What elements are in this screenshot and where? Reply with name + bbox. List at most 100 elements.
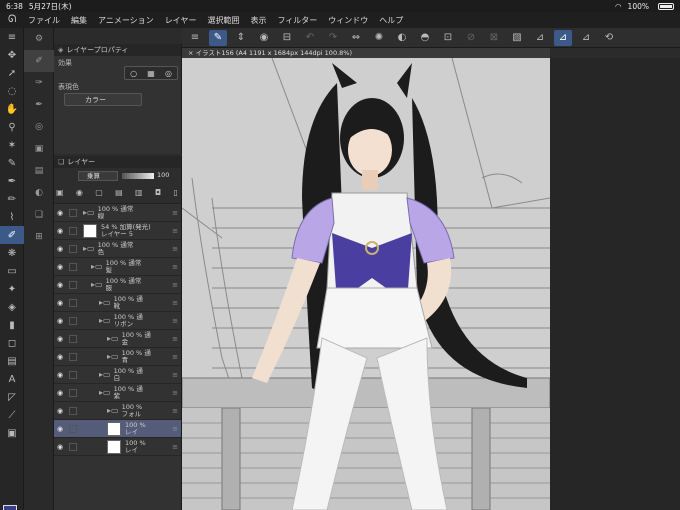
folder-icon[interactable]: ▸▭ [107, 334, 119, 343]
menu-view[interactable]: 表示 [250, 15, 266, 26]
undo-icon[interactable]: ↶ [301, 30, 319, 46]
mask-effect-icon[interactable]: ◎ [165, 69, 172, 78]
layer-menu-icon[interactable]: ≡ [172, 425, 178, 433]
drawing-canvas[interactable] [182, 58, 550, 510]
layer-lock-checkbox[interactable] [69, 226, 77, 235]
layer-lock-checkbox[interactable] [69, 244, 77, 253]
folder-icon[interactable]: ▸▭ [83, 244, 95, 253]
flip-icon[interactable]: ⇔ [347, 30, 365, 46]
visibility-eye-icon[interactable]: ◉ [54, 353, 66, 361]
layer-lock-checkbox[interactable] [69, 316, 77, 325]
layer-menu-icon[interactable]: ≡ [172, 443, 178, 451]
active-snap-icon[interactable]: ⊿ [554, 29, 572, 46]
move-icon[interactable]: ✥ [0, 46, 24, 64]
subtool-detail-icon[interactable]: ◎ [24, 116, 54, 138]
clip-icon[interactable]: ▣ [56, 188, 64, 197]
lasso-icon[interactable]: ◌ [0, 82, 24, 100]
layer-menu-icon[interactable]: ≡ [172, 263, 178, 271]
subtool-airbrush-soft-icon[interactable]: ✐ [24, 50, 54, 72]
visibility-eye-icon[interactable]: ◉ [54, 281, 66, 289]
menu-filter[interactable]: フィルター [277, 15, 317, 26]
edit-mode-icon[interactable]: ⟲ [600, 30, 618, 46]
more-icon[interactable]: ≡ [0, 28, 24, 46]
eyedropper-icon[interactable]: ✎ [0, 154, 24, 172]
visibility-eye-icon[interactable]: ◉ [54, 407, 66, 415]
layer-lock-checkbox[interactable] [69, 262, 77, 271]
menu-file[interactable]: ファイル [28, 15, 60, 26]
layer-menu-icon[interactable]: ≡ [172, 281, 178, 289]
visibility-eye-icon[interactable]: ◉ [54, 335, 66, 343]
blend-mode-dropdown[interactable]: 乗算 [78, 171, 118, 181]
ruler-icon[interactable]: ⟋ [0, 406, 24, 424]
document-tab[interactable]: × イラスト156 (A4 1191 x 1684px 144dpi 100.8… [182, 48, 550, 58]
tone-effect-icon[interactable]: ▦ [147, 69, 155, 78]
crop-icon[interactable]: ⊠ [485, 30, 503, 46]
visibility-eye-icon[interactable]: ◉ [54, 371, 66, 379]
border-effect-icon[interactable]: ○ [130, 69, 137, 78]
snap-icon[interactable]: ◐ [393, 30, 411, 46]
menu-edit[interactable]: 編集 [71, 15, 87, 26]
layer-row[interactable]: ◉ ▸▭ 100 % 通紫 ≡ [54, 384, 181, 402]
layer-lock-checkbox[interactable] [69, 388, 77, 397]
layer-menu-icon[interactable]: ≡ [172, 389, 178, 397]
layer-menu-icon[interactable]: ≡ [172, 353, 178, 361]
folder-icon[interactable]: ▸▭ [107, 352, 119, 361]
layer-row[interactable]: ◉ ▸▭ 100 % 通青 ≡ [54, 348, 181, 366]
quick-edit-icon[interactable]: ✎ [209, 29, 227, 46]
layer-menu-icon[interactable]: ≡ [172, 371, 178, 379]
transform-icon[interactable]: ⊡ [439, 30, 457, 46]
layer-lock-checkbox[interactable] [69, 334, 77, 343]
folder-icon[interactable]: ▸▭ [99, 388, 111, 397]
trash-icon[interactable]: ▯ [174, 188, 178, 197]
layer-row[interactable]: ◉ ▸▭ 100 % 通靴 ≡ [54, 294, 181, 312]
layer-row[interactable]: ◉ 100 % レイ ≡ [54, 438, 181, 456]
invert-selection-icon[interactable]: ▧ [508, 30, 526, 46]
layer-lock-checkbox[interactable] [69, 208, 77, 217]
visibility-eye-icon[interactable]: ◉ [54, 317, 66, 325]
hide-panels-icon[interactable]: ⊟ [278, 30, 296, 46]
visibility-eye-icon[interactable]: ◉ [54, 299, 66, 307]
layer-row[interactable]: ◉ ▸▭ 100 % 通常色 ≡ [54, 240, 181, 258]
layer-menu-icon[interactable]: ≡ [172, 209, 178, 217]
menu-selection[interactable]: 選択範囲 [207, 15, 239, 26]
layer-row[interactable]: ◉ ▸▭ 100 % 通金 ≡ [54, 330, 181, 348]
layer-lock-checkbox[interactable] [69, 352, 77, 361]
auto-select-icon[interactable]: ✶ [0, 136, 24, 154]
layer-menu-icon[interactable]: ≡ [172, 245, 178, 253]
text-icon[interactable]: A [0, 370, 24, 388]
layer-row[interactable]: ◉ ▸▭ 100 % 通常髪 ≡ [54, 258, 181, 276]
balloon-icon[interactable]: ◸ [0, 388, 24, 406]
folder-icon[interactable]: ▸▭ [99, 370, 111, 379]
folder-icon[interactable]: ▸▭ [99, 298, 111, 307]
subtool-group-icon[interactable]: ⚙ [24, 28, 54, 50]
menu-animation[interactable]: アニメーション [98, 15, 154, 26]
layer-row[interactable]: ◉ ▸▭ 100 % 通常服 ≡ [54, 276, 181, 294]
foreground-color-swatch[interactable] [3, 505, 17, 510]
color-icon[interactable]: ▣ [0, 424, 24, 442]
layer-lock-checkbox[interactable] [69, 442, 77, 451]
layer-menu-icon[interactable]: ≡ [172, 227, 178, 235]
subtool-color-icon[interactable]: ◐ [24, 182, 54, 204]
eraser-icon[interactable]: ▭ [0, 262, 24, 280]
layer-row[interactable]: ◉ 54 % 加算(発光) レイヤー 5 ≡ [54, 222, 181, 240]
sort-icon[interactable]: ⇕ [232, 30, 250, 46]
gradient-icon[interactable]: ▮ [0, 316, 24, 334]
visibility-eye-icon[interactable]: ◉ [54, 227, 66, 235]
decoration-icon[interactable]: ❋ [0, 244, 24, 262]
layer-lock-checkbox[interactable] [69, 406, 77, 415]
folder-icon[interactable]: ▸▭ [91, 280, 103, 289]
subtool-spray-icon[interactable]: ✒ [24, 94, 54, 116]
effect-buttons[interactable]: ○ ▦ ◎ [124, 66, 178, 80]
perspective-icon[interactable]: ⊿ [577, 30, 595, 46]
close-tab-icon[interactable]: × [188, 49, 196, 57]
zoom-icon[interactable]: ⚲ [0, 118, 24, 136]
new-folder-icon[interactable]: ▥ [135, 188, 143, 197]
layer-menu-icon[interactable]: ≡ [172, 407, 178, 415]
new-layer-icon[interactable]: ▤ [115, 188, 123, 197]
subtool-airbrush-hard-icon[interactable]: ✑ [24, 72, 54, 94]
menu-help[interactable]: ヘルプ [379, 15, 403, 26]
hand-icon[interactable]: ✋ [0, 100, 24, 118]
expression-color-dropdown[interactable]: カラー [64, 93, 142, 106]
layer-lock-checkbox[interactable] [69, 370, 77, 379]
layer-lock-checkbox[interactable] [69, 280, 77, 289]
